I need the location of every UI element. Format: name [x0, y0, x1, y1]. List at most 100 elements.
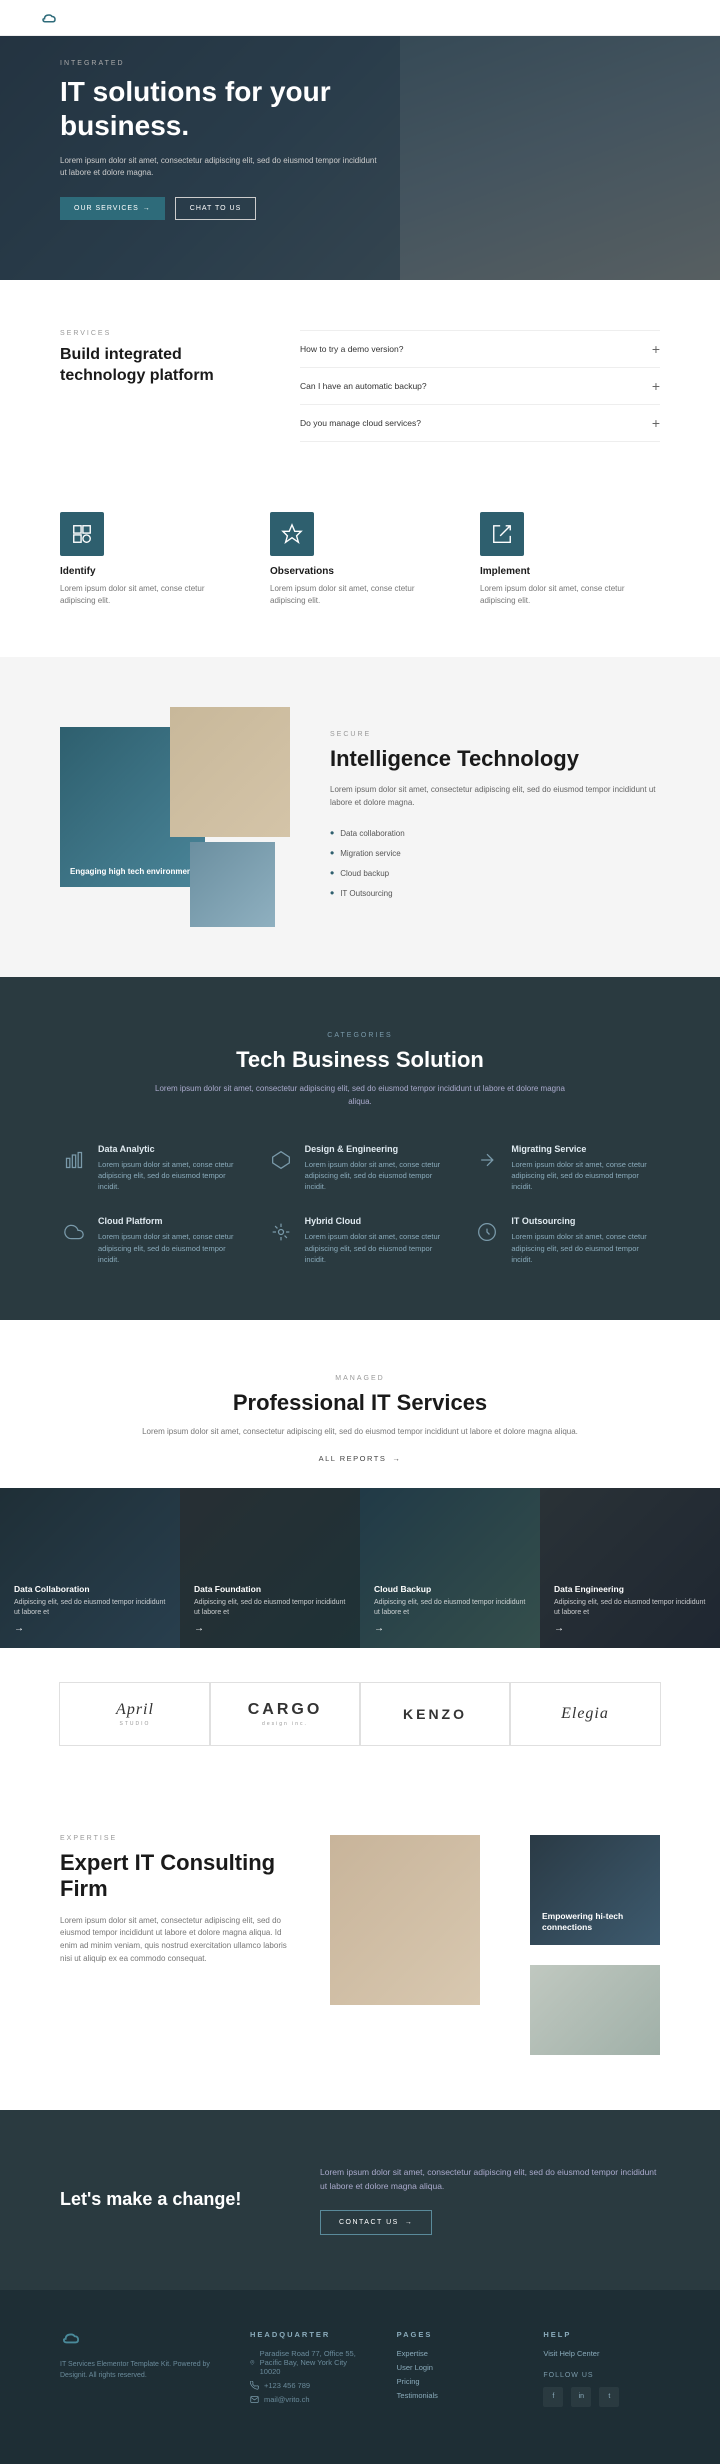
our-services-button[interactable]: OUR SERVICES → [60, 197, 165, 220]
cat-title-5: Hybrid Cloud [305, 1216, 454, 1226]
faq-item-2[interactable]: Can I have an automatic backup? + [300, 367, 660, 404]
cat-desc-5: Lorem ipsum dolor sit amet, conse ctetur… [305, 1231, 454, 1265]
expert-image-1 [330, 1835, 480, 2005]
it-card-desc-2: Adipiscing elit, sed do eiusmod tempor i… [194, 1598, 346, 1618]
expert-image-label: Empowering hi-tech connections [542, 1911, 648, 1933]
footer-email[interactable]: mail@vrito.ch [250, 2395, 367, 2404]
expert-title: Expert IT Consulting Firm [60, 1850, 290, 1903]
category-hybrid-cloud: Hybrid Cloud Lorem ipsum dolor sit amet, … [267, 1216, 454, 1265]
category-design-engineering: Design & EngineeringLorem ipsum dolor si… [267, 1144, 454, 1193]
faq-item-1[interactable]: How to try a demo version? + [300, 330, 660, 367]
it-card-data-collaboration[interactable]: Data Collaboration Adipiscing elit, sed … [0, 1488, 180, 1648]
intel-title: Intelligence Technology [330, 746, 660, 772]
categories-section: CATEGORIES Tech Business Solution Lorem … [0, 977, 720, 1320]
feature-desc-identify: Lorem ipsum dolor sit amet, conse ctetur… [60, 583, 240, 607]
intel-images: Engaging high tech environment [60, 707, 290, 927]
footer-help-title: HELP [543, 2330, 660, 2339]
footer-address: Paradise Road 77, Office 55, Pacific Bay… [250, 2349, 367, 2376]
logo-kenzo[interactable]: KENZO [359, 1682, 511, 1746]
logo-april[interactable]: April STUDIO [59, 1682, 211, 1746]
features-section: Identify Lorem ipsum dolor sit amet, con… [0, 482, 720, 657]
category-cloud-platform: Cloud Platform Lorem ipsum dolor sit amet… [60, 1216, 247, 1265]
it-card-title-3: Cloud Backup [374, 1584, 526, 1594]
logo-elegia[interactable]: Elegia [509, 1682, 661, 1746]
hero-section: INTEGRATED IT solutions for your busines… [0, 0, 720, 280]
feature-title-observations: Observations [270, 566, 450, 577]
cat-desc-2: Lorem ipsum dolor sit amet, conse ctetur… [305, 1159, 454, 1193]
identify-icon [60, 512, 104, 556]
logo-cargo[interactable]: CARGO design inc. [209, 1682, 361, 1746]
hero-tag: INTEGRATED [60, 60, 380, 67]
footer-hq-title: HEADQUARTER [250, 2330, 367, 2339]
it-card-title-1: Data Collaboration [14, 1584, 166, 1594]
it-card-data-foundation[interactable]: Data Foundation Adipiscing elit, sed do … [180, 1488, 360, 1648]
cat-title-4: Cloud Platform [98, 1216, 247, 1226]
category-it-outsourcing: IT OutsourcingLorem ipsum dolor sit amet… [473, 1216, 660, 1265]
footer-phone[interactable]: +123 456 789 [250, 2381, 367, 2390]
footer-help-col: HELP Visit Help Center FOLLOW US f in t [543, 2330, 660, 2409]
hybrid-icon [267, 1218, 295, 1246]
cta-title: Let's make a change! [60, 2188, 280, 2211]
expert-image-3 [530, 1965, 660, 2055]
intel-list-item-2: Migration service [330, 843, 660, 863]
cat-title-6: IT Outsourcing [511, 1216, 660, 1226]
faq-plus-3: + [652, 415, 660, 431]
intel-image-3 [190, 842, 275, 927]
cta-desc: Lorem ipsum dolor sit amet, consectetur … [320, 2165, 660, 2194]
faq-question-1: How to try a demo version? [300, 344, 403, 354]
intel-desc: Lorem ipsum dolor sit amet, consectetur … [330, 784, 660, 810]
faq-question-2: Can I have an automatic backup? [300, 381, 427, 391]
footer-link-expertise[interactable]: Expertise [397, 2349, 514, 2358]
intel-list-item-3: Cloud backup [330, 863, 660, 883]
footer-help-center-link[interactable]: Visit Help Center [543, 2349, 660, 2358]
faq-list: How to try a demo version? + Can I have … [300, 330, 660, 442]
faq-question-3: Do you manage cloud services? [300, 418, 421, 428]
footer-link-pricing[interactable]: Pricing [397, 2377, 514, 2386]
it-card-data-engineering[interactable]: Data Engineering Adipiscing elit, sed do… [540, 1488, 720, 1648]
footer-link-testimonials[interactable]: Testimonials [397, 2391, 514, 2400]
faq-item-3[interactable]: Do you manage cloud services? + [300, 404, 660, 442]
hero-title: IT solutions for your business. [60, 75, 380, 142]
implement-icon [480, 512, 524, 556]
logos-section: April STUDIO CARGO design inc. KENZO Ele… [0, 1648, 720, 1780]
cat-desc-4: Lorem ipsum dolor sit amet, conse ctetur… [98, 1231, 247, 1265]
intel-image-2 [170, 707, 290, 837]
footer-headquarter-col: HEADQUARTER Paradise Road 77, Office 55,… [250, 2330, 367, 2409]
it-card-desc-1: Adipiscing elit, sed do eiusmod tempor i… [14, 1598, 166, 1618]
it-card-title-2: Data Foundation [194, 1584, 346, 1594]
it-card-desc-4: Adipiscing elit, sed do eiusmod tempor i… [554, 1598, 706, 1618]
footer-about-text: IT Services Elementor Template Kit. Powe… [60, 2359, 220, 2381]
it-card-arrow-1: → [14, 1623, 166, 1634]
expert-image-2: Empowering hi-tech connections [530, 1835, 660, 1945]
navbar [0, 0, 720, 36]
feature-observations: Observations Lorem ipsum dolor sit amet,… [270, 512, 450, 607]
managed-tag: MANAGED [60, 1375, 660, 1382]
chat-button[interactable]: CHAT TO US [175, 197, 257, 220]
it-card-cloud-backup[interactable]: Cloud Backup Adipiscing elit, sed do eiu… [360, 1488, 540, 1648]
services-title: Build integrated technology platform [60, 345, 260, 387]
all-reports-button[interactable]: ALL REPORTS → [319, 1454, 402, 1463]
logo-sub-cargo: design inc. [248, 1721, 323, 1727]
linkedin-icon[interactable]: in [571, 2387, 591, 2407]
logo[interactable] [40, 11, 58, 25]
cta-section: Let's make a change! Lorem ipsum dolor s… [0, 2110, 720, 2290]
footer-link-user-login[interactable]: User Login [397, 2363, 514, 2372]
it-card-arrow-2: → [194, 1623, 346, 1634]
twitter-icon[interactable]: t [599, 2387, 619, 2407]
cat-title-3: Migrating Service [511, 1144, 660, 1154]
footer-follow-title: FOLLOW US [543, 2372, 660, 2379]
contact-us-button[interactable]: CONTACT US → [320, 2210, 432, 2235]
chart-icon [60, 1146, 88, 1174]
categories-title: Tech Business Solution [60, 1047, 660, 1073]
category-data-analytic: Data AnalyticLorem ipsum dolor sit amet,… [60, 1144, 247, 1193]
footer-pages-title: PAGES [397, 2330, 514, 2339]
category-migrating-service: Migrating Service Lorem ipsum dolor sit a… [473, 1144, 660, 1193]
logo-text-cargo: CARGO [248, 1701, 323, 1718]
footer-logo [60, 2330, 220, 2349]
footer: IT Services Elementor Template Kit. Powe… [0, 2290, 720, 2464]
facebook-icon[interactable]: f [543, 2387, 563, 2407]
expert-desc: Lorem ipsum dolor sit amet, consectetur … [60, 1915, 290, 1966]
cat-desc-3: Lorem ipsum dolor sit amet, conse ctetur… [511, 1159, 660, 1193]
feature-desc-implement: Lorem ipsum dolor sit amet, conse ctetur… [480, 583, 660, 607]
feature-desc-observations: Lorem ipsum dolor sit amet, conse ctetur… [270, 583, 450, 607]
